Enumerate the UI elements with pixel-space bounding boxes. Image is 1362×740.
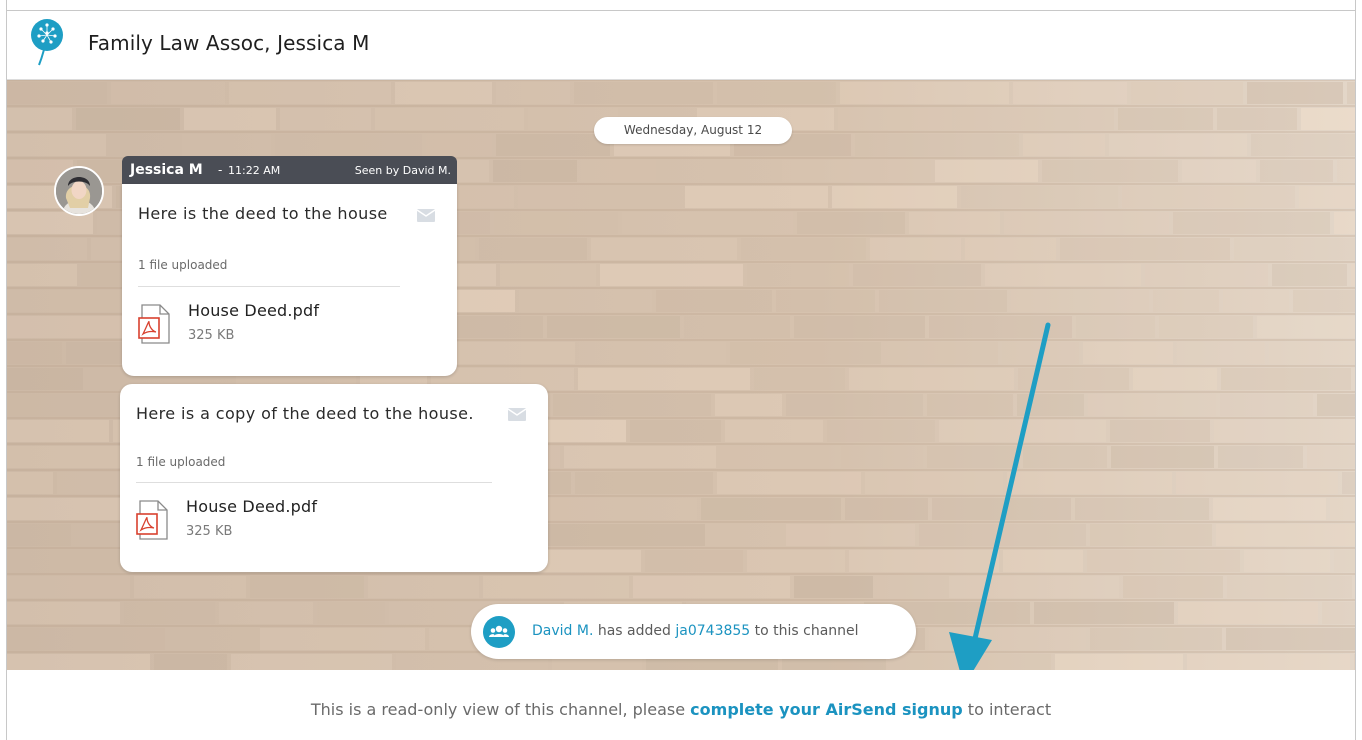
top-strip: [7, 0, 1355, 10]
target-user-link[interactable]: ja0743855: [675, 623, 750, 639]
message-bubble: Here is a copy of the deed to the house.…: [120, 384, 548, 572]
avatar[interactable]: [54, 166, 104, 216]
pdf-file-icon[interactable]: [138, 304, 172, 344]
actor-link[interactable]: David M.: [532, 623, 593, 639]
app-window: Family Law Assoc, Jessica M Wednesday, A…: [6, 0, 1356, 740]
upload-label: 1 file uploaded: [136, 455, 226, 469]
message-bubble: Here is the deed to the house 1 file upl…: [122, 184, 457, 376]
group-icon: [483, 616, 515, 648]
seen-by-label: Seen by David M.: [354, 164, 451, 177]
header-separator: -: [218, 163, 223, 177]
footer-prefix: This is a read-only view of this channel…: [310, 700, 686, 719]
airsend-logo-icon: [31, 19, 63, 66]
user-photo-icon: [56, 168, 102, 214]
divider: [138, 286, 400, 287]
file-name-link[interactable]: House Deed.pdf: [188, 301, 319, 320]
channel-title: Family Law Assoc, Jessica M: [88, 31, 370, 55]
email-icon[interactable]: [508, 408, 526, 421]
message-text: Here is a copy of the deed to the house.: [136, 404, 474, 423]
read-only-footer: This is a read-only view of this channel…: [7, 670, 1355, 740]
sender-name[interactable]: Jessica M: [130, 162, 203, 178]
upload-label: 1 file uploaded: [138, 258, 228, 272]
date-divider: Wednesday, August 12: [594, 117, 792, 144]
email-icon[interactable]: [417, 209, 435, 222]
notice-suffix: to this channel: [754, 623, 859, 639]
file-name-link[interactable]: House Deed.pdf: [186, 497, 317, 516]
system-notice-text: David M. has added ja0743855 to this cha…: [532, 623, 859, 639]
channel-header: Family Law Assoc, Jessica M: [7, 10, 1355, 80]
file-size: 325 KB: [186, 524, 233, 539]
message-time: 11:22 AM: [228, 164, 281, 177]
notice-verb: has added: [597, 623, 671, 639]
signup-link[interactable]: complete your AirSend signup: [690, 700, 963, 719]
message-text: Here is the deed to the house: [138, 204, 388, 223]
system-notice: David M. has added ja0743855 to this cha…: [471, 604, 916, 659]
message-header: Jessica M - 11:22 AM Seen by David M.: [122, 156, 457, 184]
pdf-file-icon[interactable]: [136, 500, 170, 540]
footer-suffix: to interact: [967, 700, 1052, 719]
divider: [136, 482, 492, 483]
file-size: 325 KB: [188, 328, 235, 343]
